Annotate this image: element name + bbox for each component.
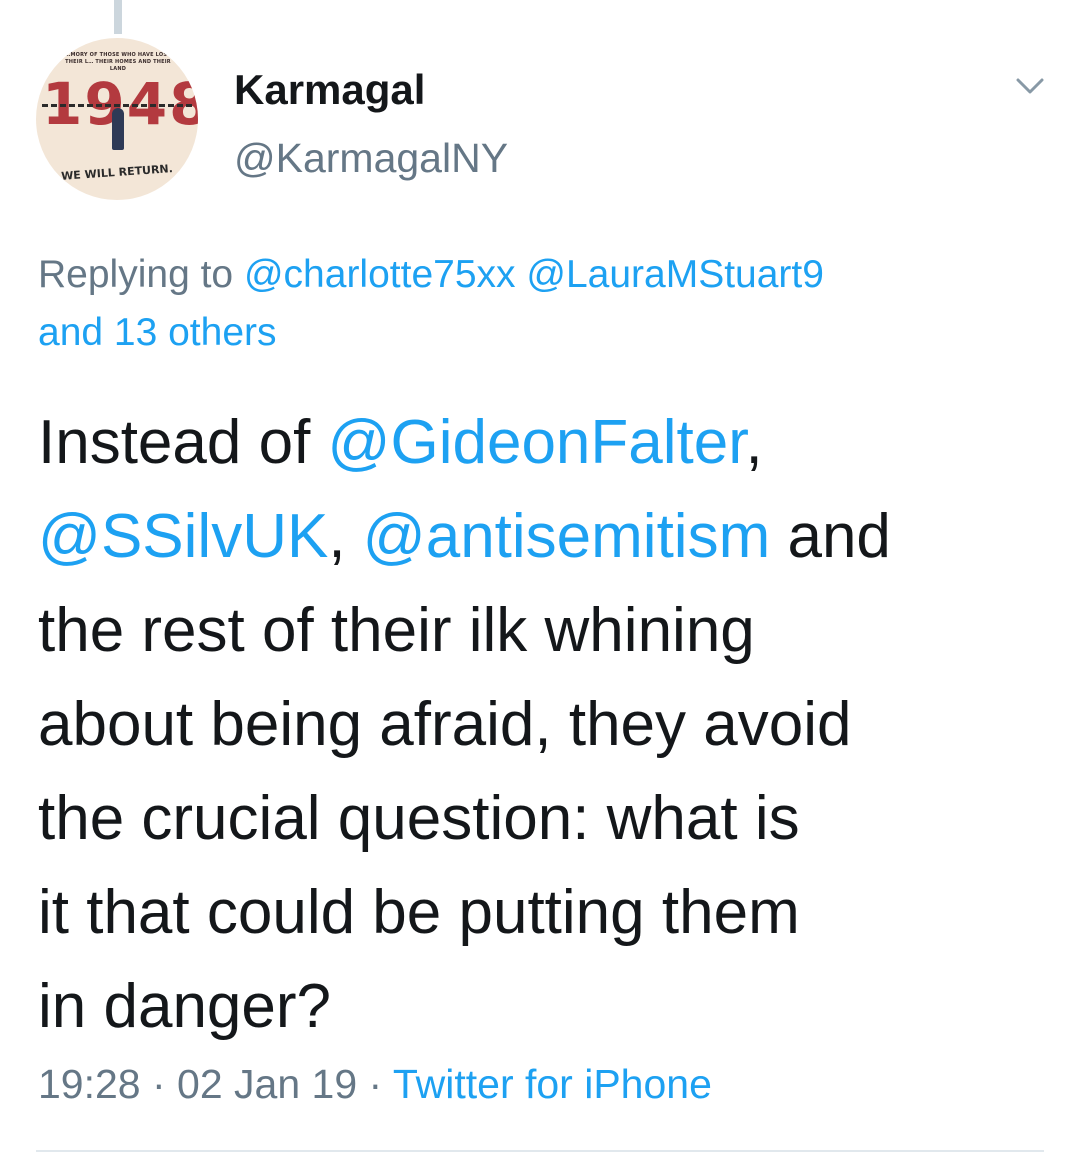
tweet-date[interactable]: 02 Jan 19 <box>177 1061 357 1107</box>
reply-user-link[interactable]: @charlotte75xx <box>244 253 516 296</box>
chevron-down-icon[interactable] <box>1010 68 1050 104</box>
author-handle[interactable]: @KarmagalNY <box>234 132 508 184</box>
meta-separator: · <box>140 1061 178 1107</box>
tweet-line: about being afraid, they avoid <box>38 690 852 759</box>
mention-link[interactable]: @GideonFalter <box>328 408 746 477</box>
reply-others-link[interactable]: and 13 others <box>38 311 277 354</box>
avatar-tagline: WE WILL RETURN. <box>60 162 174 183</box>
thread-connector-line <box>114 0 122 34</box>
meta-separator: · <box>357 1061 393 1107</box>
mention-link[interactable]: @SSilvUK <box>38 502 328 571</box>
tweet-text: , <box>328 502 363 571</box>
tweet-line: @SSilvUK, @antisemitism and <box>38 490 1058 584</box>
tweet-time[interactable]: 19:28 <box>38 1061 141 1107</box>
tweet-text: , <box>745 408 763 477</box>
tweet-text: and <box>770 502 891 571</box>
author-display-name[interactable]: Karmagal <box>234 64 425 116</box>
replying-to-label: Replying to <box>38 253 234 296</box>
tweet-line: the crucial question: what is <box>38 784 800 853</box>
replying-to: Replying to @charlotte75xx @LauraMStuart… <box>38 246 1048 362</box>
reply-user-link[interactable]: @LauraMStuart9 <box>526 253 824 296</box>
tweet-meta: 19:28 · 02 Jan 19 · Twitter for iPhone <box>38 1054 712 1114</box>
tweet-line: in danger? <box>38 972 332 1041</box>
avatar-figure-graphic <box>112 108 124 150</box>
tweet-body: Instead of @GideonFalter, @SSilvUK, @ant… <box>38 396 1058 1054</box>
tweet-line: it that could be putting them <box>38 878 800 947</box>
tweet-line: Instead of @GideonFalter, <box>38 396 1058 490</box>
tweet-text: Instead of <box>38 408 328 477</box>
mention-link[interactable]: @antisemitism <box>363 502 770 571</box>
divider <box>36 1150 1044 1152</box>
tweet-line: the rest of their ilk whining <box>38 596 755 665</box>
tweet-source-link[interactable]: Twitter for iPhone <box>393 1061 712 1107</box>
avatar[interactable]: …MORY OF THOSE WHO HAVE LOST THEIR L… TH… <box>36 38 198 200</box>
